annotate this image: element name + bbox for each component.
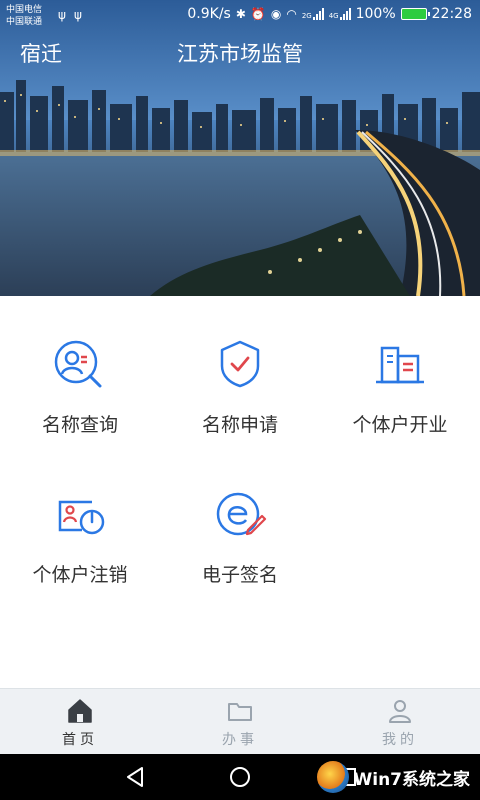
clock: 22:28 bbox=[431, 6, 472, 22]
user-icon bbox=[389, 700, 411, 723]
service-e-signature[interactable]: 电子签名 bbox=[160, 446, 320, 586]
carrier-labels: 中国电信 中国联通 bbox=[6, 4, 42, 28]
page-title: 江苏市场监管 bbox=[177, 42, 303, 66]
tab-mine[interactable]: 我的 bbox=[320, 689, 480, 755]
tab-services[interactable]: 办事 bbox=[160, 689, 320, 755]
alarm-icon: ⏰ bbox=[250, 7, 266, 21]
tab-home[interactable]: 首页 bbox=[0, 689, 160, 755]
service-name-apply[interactable]: 名称申请 bbox=[160, 296, 320, 436]
status-bar: 中国电信 中国联通 ψ ψ 0.9K/s ✱ ⏰ ◉ ◠ 2G 4G 100% … bbox=[0, 0, 480, 32]
net-speed: 0.9K/s bbox=[187, 6, 231, 22]
system-nav-bar: Win7系统之家 bbox=[0, 754, 480, 800]
folder-icon bbox=[228, 703, 252, 721]
tab-label: 办事 bbox=[222, 732, 258, 748]
network-label-2g: 2G bbox=[301, 12, 312, 20]
signal-icon: 4G bbox=[329, 8, 351, 20]
usb-icon: ψ bbox=[58, 8, 66, 22]
home-icon bbox=[68, 699, 92, 723]
watermark: Win7系统之家 bbox=[317, 758, 470, 796]
tab-label: 首页 bbox=[62, 732, 98, 748]
signal-icon: 2G bbox=[302, 8, 324, 20]
carrier-1: 中国电信 bbox=[6, 5, 43, 15]
name-search-icon bbox=[54, 340, 102, 388]
service-grid: 名称查询 名称申请 个体户开业 个体户注销 电子签名 bbox=[0, 296, 480, 688]
service-label: 名称申请 bbox=[201, 414, 278, 436]
battery-percent: 100% bbox=[355, 6, 396, 22]
service-label: 名称查询 bbox=[41, 414, 118, 436]
e-signature-icon bbox=[216, 492, 267, 536]
service-business-open[interactable]: 个体户开业 bbox=[320, 296, 480, 436]
shield-check-icon bbox=[220, 340, 260, 388]
service-label: 个体户注销 bbox=[32, 564, 128, 586]
cancel-business-icon bbox=[58, 500, 105, 535]
title-bar: 宿迁 江苏市场监管 bbox=[0, 34, 480, 70]
watermark-text: Win7系统之家 bbox=[353, 769, 470, 790]
tab-label: 我的 bbox=[382, 732, 418, 748]
carrier-2: 中国联通 bbox=[6, 17, 43, 27]
status-right: 0.9K/s ✱ ⏰ ◉ ◠ 2G 4G 100% 22:28 bbox=[187, 6, 472, 22]
bluetooth-icon: ✱ bbox=[235, 7, 246, 21]
network-label-4g: 4G bbox=[328, 12, 339, 20]
usb-icon: ψ bbox=[74, 8, 82, 22]
home-circle-icon[interactable] bbox=[227, 764, 253, 790]
hero-banner: 中国电信 中国联通 ψ ψ 0.9K/s ✱ ⏰ ◉ ◠ 2G 4G 100% … bbox=[0, 0, 480, 296]
service-business-cancel[interactable]: 个体户注销 bbox=[0, 446, 160, 586]
bottom-tab-bar: 首页 办事 我的 bbox=[0, 688, 480, 754]
building-icon bbox=[376, 346, 424, 384]
eye-icon: ◉ bbox=[270, 7, 282, 21]
battery-icon bbox=[400, 8, 430, 20]
service-label: 个体户开业 bbox=[352, 414, 448, 436]
service-label: 电子签名 bbox=[201, 564, 278, 586]
back-triangle-icon[interactable] bbox=[122, 764, 148, 790]
service-name-search[interactable]: 名称查询 bbox=[0, 296, 160, 436]
windows-logo-icon bbox=[317, 761, 350, 793]
wifi-icon: ◠ bbox=[286, 7, 297, 21]
